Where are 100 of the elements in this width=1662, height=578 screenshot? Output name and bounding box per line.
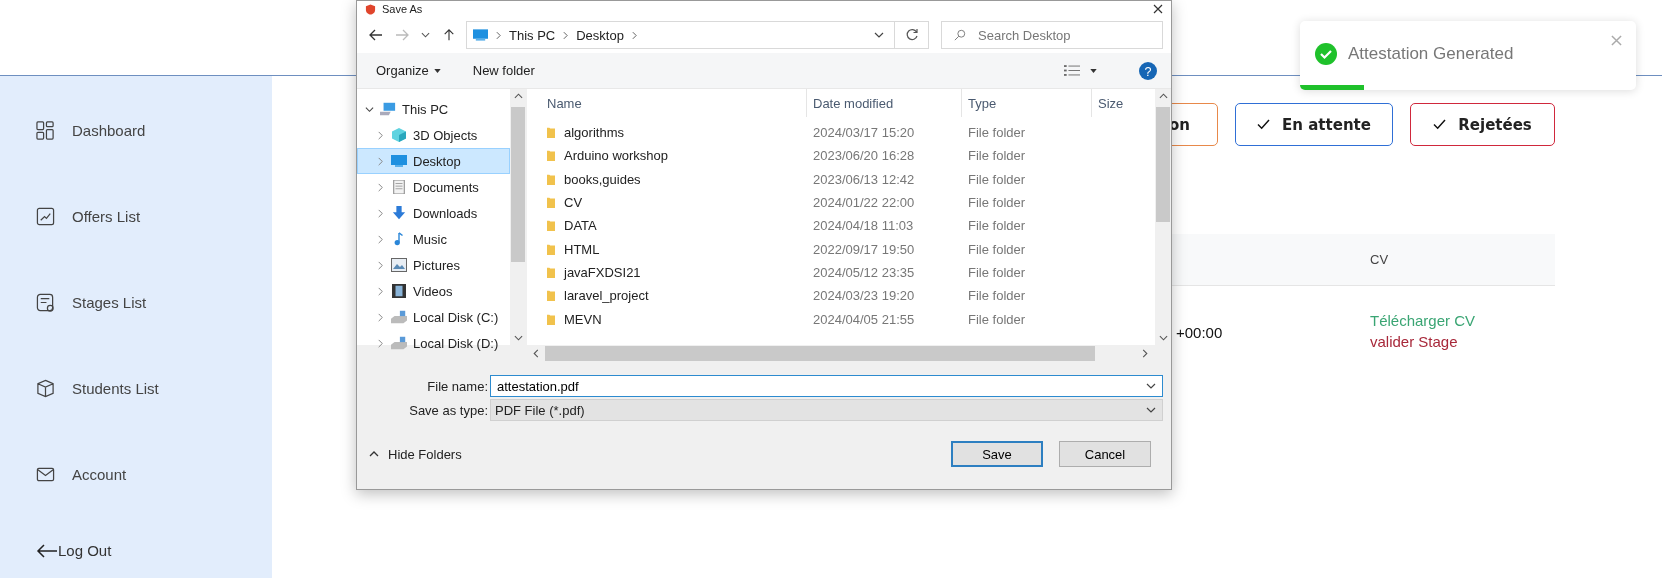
tree-item[interactable]: Pictures — [357, 252, 510, 278]
chevron-down-icon[interactable] — [365, 104, 374, 114]
file-row[interactable]: algorithms 2024/03/17 15:20 File folder — [527, 121, 1155, 145]
chevron-right-icon — [563, 30, 569, 40]
tree-item[interactable]: 3D Objects — [357, 122, 510, 148]
hide-folders-button[interactable]: Hide Folders — [369, 446, 462, 462]
chevron-right-icon[interactable] — [376, 286, 385, 296]
file-row[interactable]: books,guides 2023/06/13 12:42 File folder — [527, 167, 1155, 191]
download-arrow-icon — [391, 206, 407, 220]
chart-icon — [36, 206, 55, 226]
tree-item[interactable]: Documents — [357, 174, 510, 200]
tree-item[interactable]: This PC — [357, 96, 510, 122]
success-check-icon — [1315, 42, 1337, 65]
drive-icon — [391, 336, 407, 350]
up-arrow-icon[interactable] — [442, 29, 456, 41]
view-options-icon[interactable] — [1064, 64, 1080, 77]
file-row[interactable]: HTML 2022/09/17 19:50 File folder — [527, 237, 1155, 261]
breadcrumb[interactable]: Desktop — [576, 27, 624, 43]
search-box[interactable]: Search Desktop — [941, 21, 1163, 49]
chevron-down-icon[interactable] — [513, 335, 523, 341]
drive-icon — [391, 310, 407, 324]
chevron-right-icon[interactable] — [376, 338, 385, 348]
filter-button[interactable]: Rejetées — [1410, 103, 1555, 146]
sidebar-item[interactable]: Stages List — [36, 292, 272, 312]
scrollbar[interactable] — [510, 89, 526, 345]
chevron-down-icon[interactable] — [1146, 383, 1156, 389]
file-row[interactable]: javaFXDSI21 2024/05/12 23:35 File folder — [527, 260, 1155, 285]
chevron-right-icon — [496, 30, 501, 40]
back-arrow-icon[interactable] — [369, 29, 383, 41]
sidebar-item[interactable]: Offers List — [36, 206, 272, 226]
chevron-right-icon[interactable] — [1142, 349, 1148, 358]
document-icon — [36, 292, 55, 312]
caret-icon — [433, 68, 441, 73]
chevron-right-icon[interactable] — [376, 182, 385, 192]
document-icon — [391, 180, 407, 194]
file-name-box[interactable]: attestation.pdf — [490, 375, 1163, 397]
monitor-icon — [391, 154, 407, 168]
tree-item[interactable]: Music — [357, 226, 510, 252]
chevron-right-icon[interactable] — [376, 130, 385, 140]
tree-item[interactable]: Downloads — [357, 200, 510, 226]
organize-menu[interactable]: Organize — [376, 63, 441, 78]
caret-icon[interactable] — [1090, 68, 1097, 73]
chevron-up-icon[interactable] — [1158, 93, 1168, 99]
sidebar-item[interactable]: Account — [36, 464, 272, 484]
tree-item[interactable]: Local Disk (D:) — [357, 330, 510, 356]
chevron-right-icon[interactable] — [376, 312, 385, 322]
file-row[interactable]: Arduino workshop 2023/06/20 16:28 File folder — [527, 144, 1155, 168]
check-icon — [1257, 119, 1271, 130]
close-icon[interactable] — [1153, 4, 1163, 14]
filter-button[interactable]: En attente — [1235, 103, 1393, 146]
column-header[interactable]: Size — [1092, 89, 1138, 117]
chevron-right-icon[interactable] — [376, 208, 385, 218]
folder-icon — [547, 196, 555, 210]
save-button[interactable]: Save — [951, 441, 1043, 467]
validate-link[interactable]: valider Stage — [1370, 333, 1476, 350]
file-row[interactable]: CV 2024/01/22 22:00 File folder — [527, 190, 1155, 215]
file-row[interactable]: MEVN 2024/04/05 21:55 File folder — [527, 307, 1155, 331]
folder-icon — [547, 265, 555, 279]
column-header[interactable]: Name — [527, 89, 807, 117]
column-header: CV — [1370, 252, 1389, 267]
help-icon[interactable]: ? — [1139, 61, 1157, 80]
search-icon — [954, 28, 966, 42]
breadcrumb[interactable]: This PC — [509, 27, 556, 43]
file-type-dropdown[interactable]: PDF File (*.pdf) — [490, 399, 1163, 421]
chevron-up-icon[interactable] — [513, 93, 523, 99]
search-input[interactable]: Search Desktop — [976, 26, 1150, 44]
chevron-left-icon[interactable] — [533, 349, 539, 358]
sidebar-item[interactable]: Dashboard — [36, 120, 272, 140]
logout-link[interactable]: Log Out — [36, 542, 272, 559]
field-label: File name: — [426, 378, 489, 394]
new-folder-button[interactable]: New folder — [472, 63, 535, 78]
folder-icon — [547, 312, 555, 326]
computer-icon — [380, 102, 396, 116]
check-icon — [1433, 119, 1447, 130]
monitor-icon — [473, 29, 488, 41]
chevron-up-icon — [369, 451, 379, 457]
cancel-button[interactable]: Cancel — [1059, 441, 1151, 467]
tree-item[interactable]: Videos — [357, 278, 510, 304]
cube-icon — [391, 128, 407, 142]
column-header[interactable]: Type — [962, 89, 1092, 117]
sidebar-item[interactable]: Students List — [36, 378, 272, 398]
chevron-right-icon[interactable] — [376, 260, 385, 270]
film-icon — [391, 284, 407, 298]
address-bar[interactable]: This PC Desktop — [466, 21, 895, 49]
chevron-right-icon[interactable] — [376, 234, 385, 244]
toast-message: Attestation Generated — [1348, 43, 1514, 64]
cube-icon — [36, 378, 55, 398]
tree-item[interactable]: Desktop — [357, 148, 510, 174]
file-row[interactable]: laravel_project 2024/03/23 19:20 File folder — [527, 284, 1155, 308]
file-name-input[interactable]: attestation.pdf — [495, 377, 1146, 395]
file-row[interactable]: DATA 2024/04/18 11:03 File folder — [527, 214, 1155, 238]
scrollbar[interactable] — [1155, 89, 1171, 345]
chevron-down-icon[interactable] — [874, 32, 884, 38]
chevron-down-icon[interactable] — [1158, 335, 1168, 341]
column-header[interactable]: Date modified — [807, 89, 962, 117]
refresh-button[interactable] — [895, 21, 929, 49]
shield-icon — [365, 3, 376, 15]
chevron-down-icon[interactable] — [421, 32, 430, 38]
tree-item[interactable]: Local Disk (C:) — [357, 304, 510, 330]
chevron-right-icon — [631, 30, 637, 40]
